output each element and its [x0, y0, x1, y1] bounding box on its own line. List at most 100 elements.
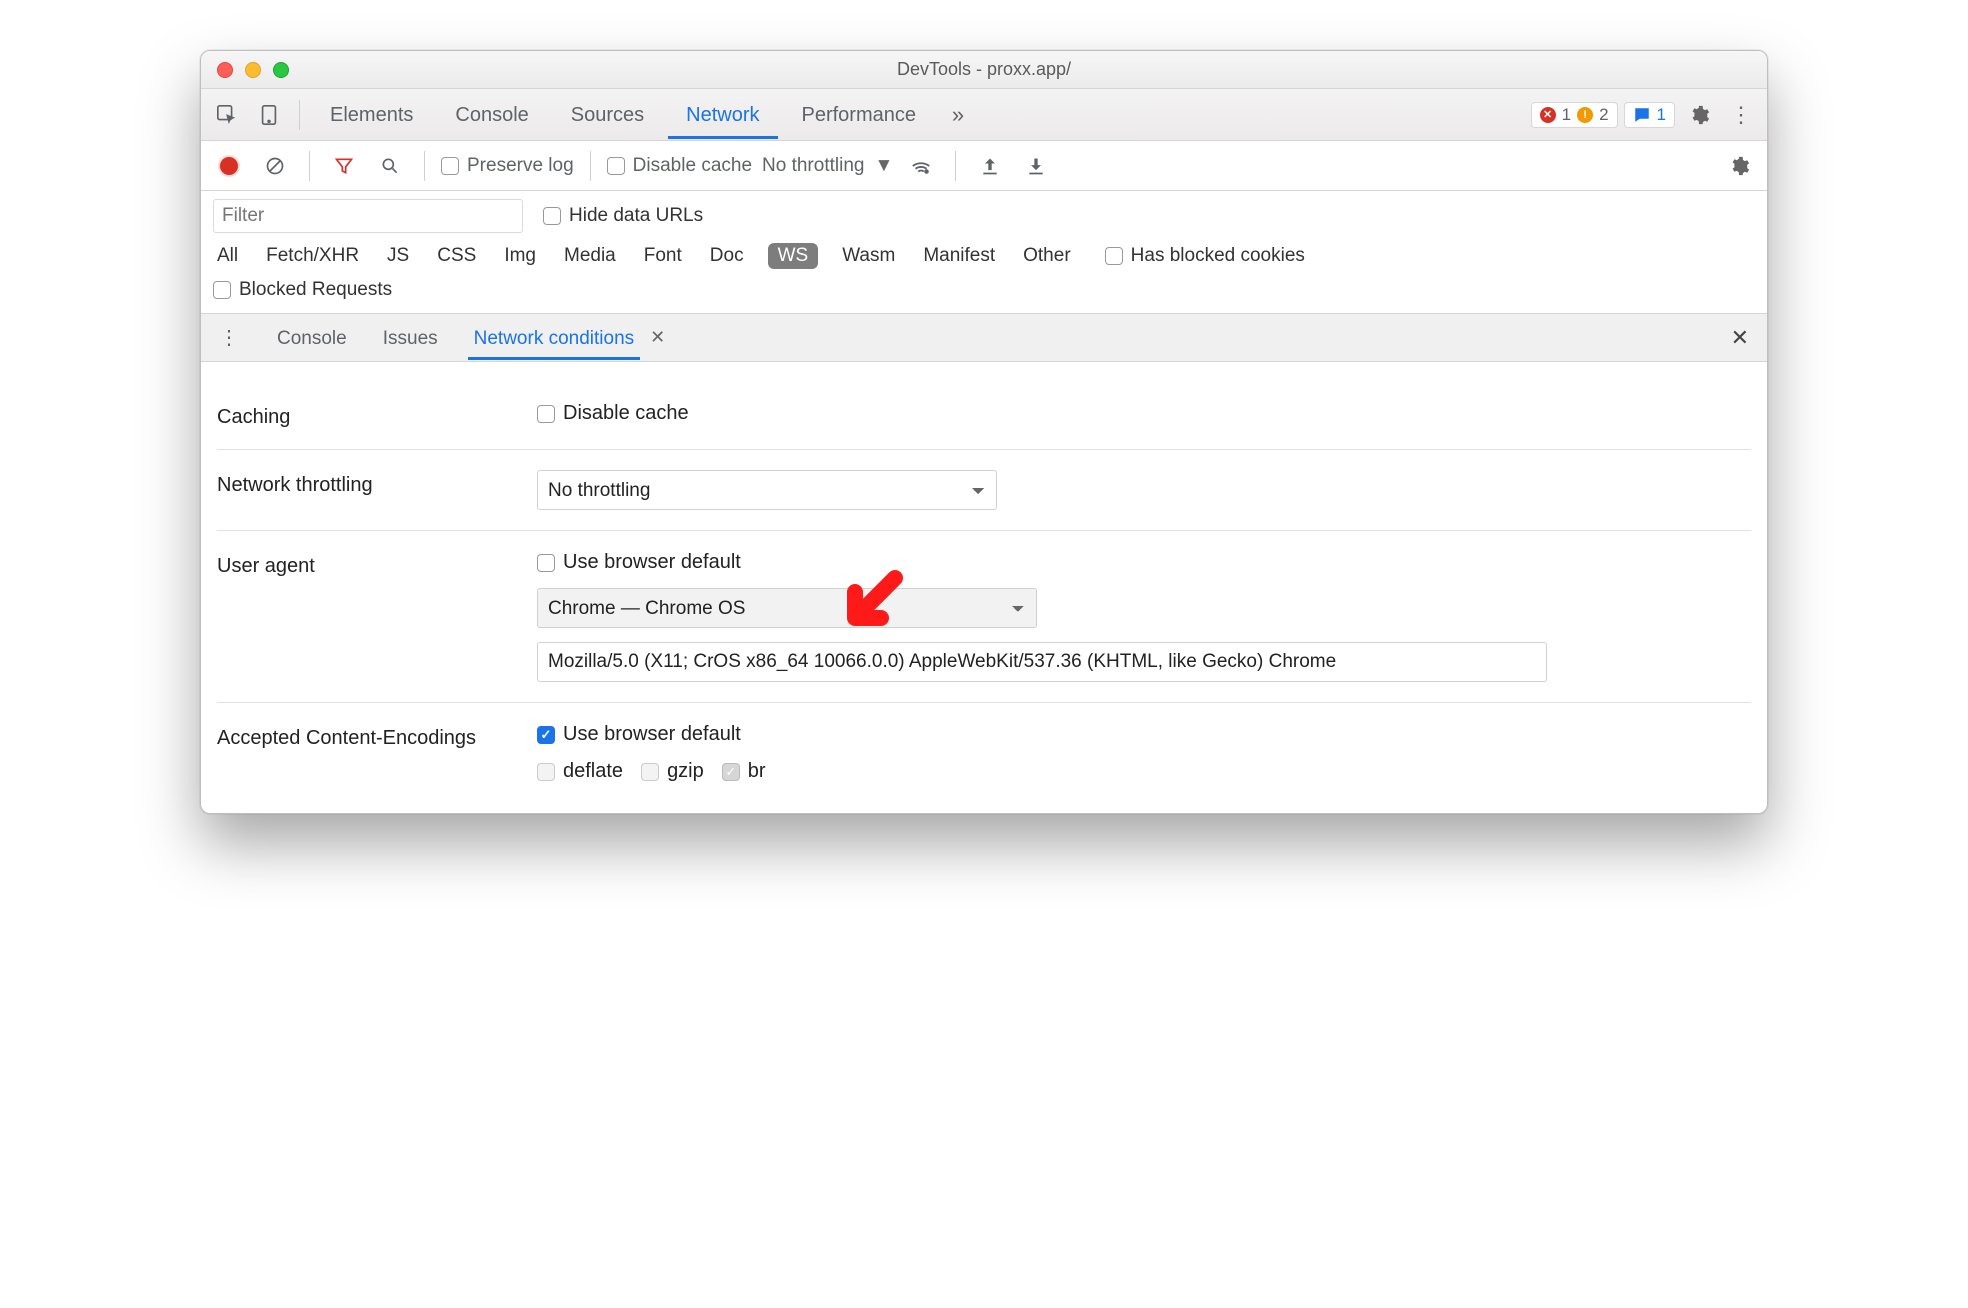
network-toolbar: Preserve log Disable cache No throttling… [201, 141, 1767, 191]
ua-default-checkbox[interactable]: Use browser default [537, 551, 741, 574]
tab-performance[interactable]: Performance [784, 90, 935, 139]
checkbox-icon [607, 157, 625, 175]
filter-all[interactable]: All [213, 243, 242, 269]
checkbox-icon [537, 405, 555, 423]
type-filters: All Fetch/XHR JS CSS Img Media Font Doc … [213, 243, 1755, 269]
record-button[interactable] [211, 148, 247, 184]
download-har-icon[interactable] [1018, 148, 1054, 184]
checkbox-disabled-icon [641, 763, 659, 781]
caching-row: Caching Disable cache [217, 382, 1751, 450]
hide-data-urls-checkbox[interactable]: Hide data URLs [543, 205, 703, 227]
drawer-more-icon[interactable]: ⋮ [211, 320, 247, 356]
titlebar: DevTools - proxx.app/ [201, 51, 1767, 89]
search-icon[interactable] [372, 148, 408, 184]
drawer-tab-console[interactable]: Console [271, 316, 353, 360]
gzip-checkbox: gzip [641, 760, 704, 783]
drawer-tab-network-conditions[interactable]: Network conditions [468, 316, 641, 360]
drawer-tab-issues[interactable]: Issues [377, 316, 444, 360]
br-checkbox: br [722, 760, 766, 783]
separator [424, 151, 425, 181]
throttling-dropdown[interactable]: No throttling ▼ [762, 155, 893, 177]
tab-network[interactable]: Network [668, 90, 777, 139]
messages-chip[interactable]: 1 [1624, 102, 1675, 128]
filter-img[interactable]: Img [500, 243, 540, 269]
ua-string-input[interactable] [537, 642, 1547, 682]
checkbox-disabled-checked-icon [722, 763, 740, 781]
inspect-element-icon[interactable] [209, 97, 245, 133]
deflate-checkbox: deflate [537, 760, 623, 783]
separator [309, 151, 310, 181]
ua-default-label: Use browser default [563, 551, 741, 574]
upload-har-icon[interactable] [972, 148, 1008, 184]
has-blocked-label: Has blocked cookies [1131, 245, 1305, 267]
drawer-tabs: ⋮ Console Issues Network conditions ✕ ✕ [201, 314, 1767, 362]
window-title: DevTools - proxx.app/ [201, 59, 1767, 80]
network-settings-icon[interactable] [1721, 148, 1757, 184]
filter-ws[interactable]: WS [768, 243, 819, 269]
panel-tabs: Elements Console Sources Network Perform… [201, 89, 1767, 141]
minimize-window-icon[interactable] [245, 62, 261, 78]
filter-manifest[interactable]: Manifest [919, 243, 999, 269]
warning-count: 2 [1599, 105, 1608, 125]
disable-cache-checkbox[interactable]: Disable cache [607, 155, 752, 177]
error-count: 1 [1562, 105, 1571, 125]
close-drawer-icon[interactable]: ✕ [1723, 325, 1757, 351]
checkbox-icon [1105, 247, 1123, 265]
checkbox-icon [441, 157, 459, 175]
filter-fetchxhr[interactable]: Fetch/XHR [262, 243, 363, 269]
disable-cache-panel-label: Disable cache [563, 402, 689, 425]
error-warning-chip[interactable]: ✕1 !2 [1531, 102, 1618, 128]
tab-elements[interactable]: Elements [312, 90, 431, 139]
tab-sources[interactable]: Sources [553, 90, 662, 139]
filter-wasm[interactable]: Wasm [838, 243, 899, 269]
encodings-default-label: Use browser default [563, 723, 741, 746]
clear-button[interactable] [257, 148, 293, 184]
checkbox-icon [213, 281, 231, 299]
preserve-log-label: Preserve log [467, 155, 574, 177]
filter-media[interactable]: Media [560, 243, 620, 269]
caching-label: Caching [217, 402, 517, 429]
settings-icon[interactable] [1681, 97, 1717, 133]
hide-data-urls-label: Hide data URLs [569, 205, 703, 227]
filter-js[interactable]: JS [383, 243, 413, 269]
ua-select[interactable]: Chrome — Chrome OS [537, 588, 1037, 628]
disable-cache-panel-checkbox[interactable]: Disable cache [537, 402, 689, 425]
checkbox-icon [543, 207, 561, 225]
deflate-label: deflate [563, 760, 623, 783]
br-label: br [748, 760, 766, 783]
devtools-window: DevTools - proxx.app/ Elements Console S… [200, 50, 1768, 814]
window-controls [201, 62, 289, 78]
checkbox-checked-icon [537, 726, 555, 744]
has-blocked-checkbox[interactable]: Has blocked cookies [1105, 245, 1305, 267]
filter-doc[interactable]: Doc [706, 243, 748, 269]
more-menu-icon[interactable]: ⋮ [1723, 97, 1759, 133]
user-agent-label: User agent [217, 551, 517, 578]
filter-area: Hide data URLs All Fetch/XHR JS CSS Img … [201, 191, 1767, 314]
blocked-requests-checkbox[interactable]: Blocked Requests [213, 279, 392, 301]
network-conditions-icon[interactable] [903, 148, 939, 184]
preserve-log-checkbox[interactable]: Preserve log [441, 155, 574, 177]
filter-toggle-icon[interactable] [326, 148, 362, 184]
more-tabs-icon[interactable]: » [940, 97, 976, 133]
separator [590, 151, 591, 181]
network-conditions-panel: Caching Disable cache Network throttling… [201, 362, 1767, 813]
filter-font[interactable]: Font [640, 243, 686, 269]
error-icon: ✕ [1540, 107, 1556, 123]
blocked-requests-label: Blocked Requests [239, 279, 392, 301]
dropdown-caret-icon: ▼ [874, 155, 893, 177]
message-icon [1633, 106, 1651, 124]
filter-other[interactable]: Other [1019, 243, 1075, 269]
encodings-default-checkbox[interactable]: Use browser default [537, 723, 741, 746]
gzip-label: gzip [667, 760, 704, 783]
tab-console[interactable]: Console [437, 90, 546, 139]
close-window-icon[interactable] [217, 62, 233, 78]
throttling-select[interactable]: No throttling [537, 470, 997, 510]
filter-css[interactable]: CSS [433, 243, 480, 269]
close-tab-icon[interactable]: ✕ [650, 327, 665, 348]
throttling-value: No throttling [762, 155, 864, 177]
device-toolbar-icon[interactable] [251, 97, 287, 133]
user-agent-row: User agent Use browser default Chrome — … [217, 531, 1751, 703]
disable-cache-label: Disable cache [633, 155, 752, 177]
filter-input[interactable] [213, 199, 523, 233]
zoom-window-icon[interactable] [273, 62, 289, 78]
